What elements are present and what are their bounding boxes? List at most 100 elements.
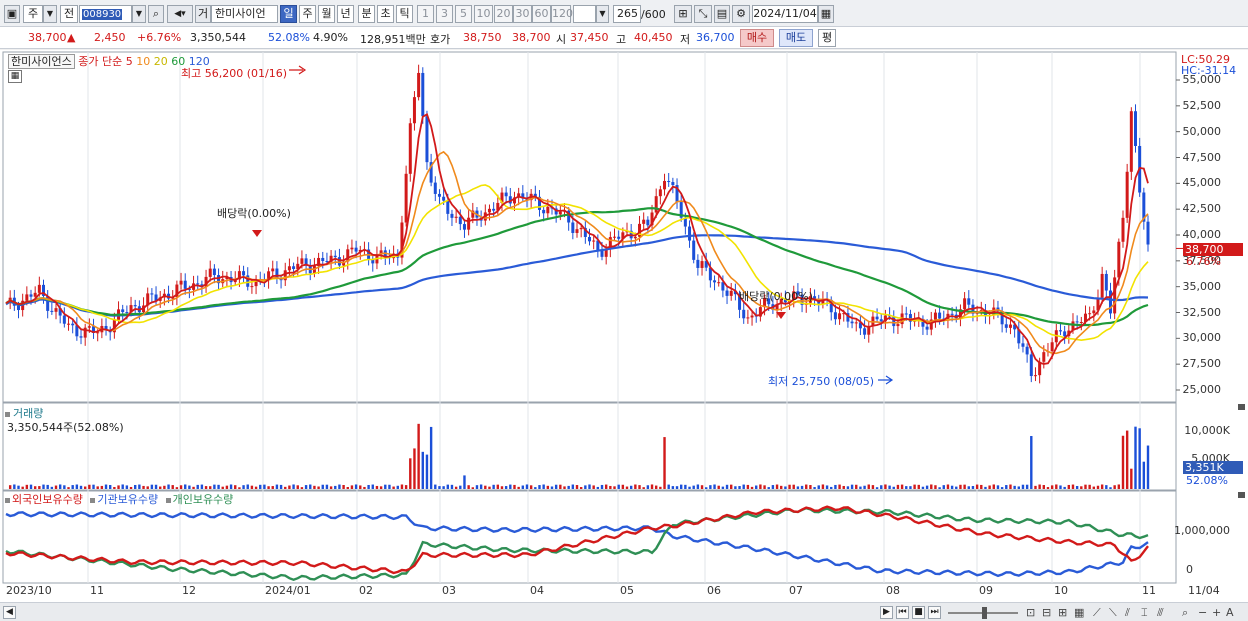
candle-body (183, 280, 187, 289)
interval-1-button[interactable]: 1 (417, 5, 434, 23)
font-size-icon[interactable]: A (1226, 606, 1234, 619)
volume-bar (263, 484, 266, 489)
period-second-button[interactable]: 초 (377, 5, 394, 23)
compare-button[interactable]: 전 (60, 5, 78, 23)
period-week-button[interactable]: 주 (299, 5, 316, 23)
volume-bar (1109, 487, 1112, 489)
volume-bar (529, 485, 533, 489)
candle-body (458, 216, 462, 225)
volume-bar (642, 487, 645, 489)
period-tick-button[interactable]: 틱 (396, 5, 413, 23)
period-minute-button[interactable]: 분 (358, 5, 375, 23)
candle-body (25, 294, 29, 301)
fib-tool-icon[interactable]: ⫽ (1125, 606, 1130, 620)
evaluate-button[interactable]: 평 (818, 29, 836, 47)
stock-chart[interactable]: 한미사이언스 종가 단순 5 10 20 60 120 ▦ LC:50.29 H… (0, 50, 1248, 602)
interval-20-button[interactable]: 20 (494, 5, 513, 23)
volume-bar (588, 484, 591, 489)
layout-icon[interactable]: ▣ (4, 5, 20, 23)
volume-bar (96, 486, 99, 489)
volume-bar (546, 485, 550, 489)
grid-icon[interactable]: ▦ (1074, 606, 1084, 619)
sound-icon[interactable]: ◀▾ (167, 5, 193, 23)
stop-icon[interactable]: ■ (912, 606, 925, 619)
chart-canvas[interactable] (0, 50, 1248, 602)
market-type-select[interactable]: 주 (23, 5, 43, 23)
date-label: 03 (442, 584, 456, 597)
interval-60-button[interactable]: 60 (532, 5, 551, 23)
interval-30-button[interactable]: 30 (513, 5, 532, 23)
channel-tool-icon[interactable]: ⫻ (1157, 606, 1164, 620)
volume-bar (88, 484, 91, 489)
volume-bar (113, 486, 116, 489)
price-panel-legend: 한미사이언스 종가 단순 5 10 20 60 120 (8, 53, 210, 69)
volume-bar (1146, 445, 1150, 489)
calendar-icon[interactable]: ▦ (818, 5, 834, 23)
market-type-dropdown-icon[interactable]: ▼ (43, 5, 57, 23)
volume-bar (217, 484, 220, 489)
trend-tool-icon[interactable]: ⟍ (1109, 606, 1117, 620)
candle-body (617, 236, 621, 239)
volume-bar (596, 486, 600, 489)
interval-10-button[interactable]: 10 (474, 5, 493, 23)
buy-button[interactable]: 매수 (740, 29, 774, 47)
mode-button[interactable]: 거 (195, 5, 211, 23)
period-day-button[interactable]: 일 (280, 5, 297, 23)
chart-toolbar: ▣ 주 ▼ 전 008930 ▼ ⌕ ◀▾ 거 한미사이언 일 주 월 년 분 … (0, 0, 1248, 27)
stock-name-label: 한미사이언스 (8, 54, 75, 69)
count-input[interactable]: 265 (613, 5, 641, 23)
period-month-button[interactable]: 월 (318, 5, 335, 23)
interval-5-button[interactable]: 5 (455, 5, 472, 23)
save-icon[interactable]: ▤ (714, 5, 730, 23)
candle-body (725, 290, 729, 296)
code-dropdown-icon[interactable]: ▼ (132, 5, 146, 23)
date-label: 05 (620, 584, 634, 597)
volume-bar (963, 484, 966, 489)
volume-bar (354, 484, 358, 489)
draw-tool-icon[interactable]: ⤡ (694, 5, 712, 23)
volume-bar (559, 484, 562, 489)
scroll-left-icon[interactable]: ◀ (3, 606, 16, 619)
scroll-end-icon[interactable]: ⏭ (928, 606, 941, 619)
volume-bar (125, 485, 129, 489)
text-tool-icon[interactable]: ⌶ (1141, 606, 1148, 620)
candle-body (179, 280, 183, 285)
volume-bar (288, 485, 291, 489)
line-tool-icon[interactable]: ⟋ (1093, 606, 1101, 620)
search-icon[interactable]: ⌕ (148, 5, 164, 23)
interval-3-button[interactable]: 3 (436, 5, 453, 23)
candle-body (642, 219, 646, 224)
volume-bar (671, 486, 675, 489)
stock-code-input[interactable]: 008930 (79, 5, 132, 23)
zoom-slider-handle[interactable] (982, 607, 987, 619)
tile-icon[interactable]: ⊞ (1058, 606, 1067, 619)
zoom-icon[interactable]: ⌕ (1182, 606, 1188, 620)
gear-icon[interactable]: ⚙ (732, 5, 750, 23)
volume-bar (479, 484, 483, 489)
interval-dropdown-icon[interactable]: ▼ (596, 5, 609, 23)
panel-icon[interactable]: ⊡ (1026, 606, 1035, 619)
candle-body (437, 193, 441, 197)
candle-body (875, 316, 879, 320)
holding-legend: 외국인보유수량 기관보유수량 개인보유수량 (5, 491, 233, 507)
scroll-right-icon[interactable]: ▶ (880, 606, 893, 619)
zoom-out-icon[interactable]: − (1198, 606, 1207, 619)
table-icon[interactable]: ▦ (8, 70, 22, 83)
zoom-in-icon[interactable]: + (1212, 606, 1221, 619)
period-year-button[interactable]: 년 (337, 5, 354, 23)
crosshair-icon[interactable]: ⊞ (674, 5, 692, 23)
date-input[interactable]: 2024/11/04 (752, 5, 818, 23)
candle-body (967, 298, 971, 305)
count-max: /600 (641, 8, 666, 21)
high-marker-label: 최고 56,200 (01/16) (181, 67, 288, 80)
sell-button[interactable]: 매도 (779, 29, 813, 47)
chart-scrollbar[interactable]: ◀ ▶ ⏮ ■ ⏭ ⊡ ⊟ ⊞ ▦ ⟋ ⟍ ⫽ ⌶ ⫻ ⌕ − + A (0, 602, 1248, 621)
volume-bar (413, 448, 416, 489)
scroll-start-icon[interactable]: ⏮ (896, 606, 909, 619)
trade-amount: 128,951백만 (360, 33, 426, 46)
volume-bar (734, 486, 737, 489)
candle-body (1092, 310, 1096, 314)
split-icon[interactable]: ⊟ (1042, 606, 1051, 619)
interval-120-button[interactable]: 120 (551, 5, 573, 23)
custom-interval-input[interactable] (573, 5, 596, 23)
